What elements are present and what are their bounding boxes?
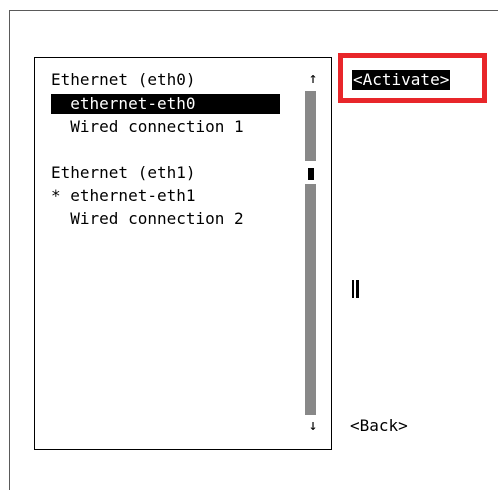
cursor-marker <box>352 280 359 298</box>
back-button[interactable]: <Back> <box>350 416 408 436</box>
scroll-up-arrow-icon[interactable]: ↑ <box>305 69 321 87</box>
list-item-ethernet-eth0[interactable]: ethernet-eth0 <box>51 93 195 114</box>
group-header-eth1: Ethernet (eth1) <box>51 163 196 182</box>
scrollbar-thumb[interactable] <box>308 168 314 180</box>
list-item-wired-connection-1[interactable]: Wired connection 1 <box>51 116 243 137</box>
scrollbar-track-upper[interactable] <box>305 91 316 161</box>
connection-list[interactable]: Ethernet (eth0) ethernet-eth0 Wired conn… <box>34 57 332 450</box>
scroll-down-arrow-icon[interactable]: ↓ <box>305 416 321 434</box>
list-item-ethernet-eth1[interactable]: * ethernet-eth1 <box>51 185 196 206</box>
group-header-eth0: Ethernet (eth0) <box>51 70 196 89</box>
scrollbar-track-lower[interactable] <box>305 184 316 415</box>
activate-highlight-box <box>338 53 487 103</box>
nmtui-screen: Ethernet (eth0) ethernet-eth0 Wired conn… <box>0 0 498 490</box>
list-item-wired-connection-2[interactable]: Wired connection 2 <box>51 208 243 229</box>
